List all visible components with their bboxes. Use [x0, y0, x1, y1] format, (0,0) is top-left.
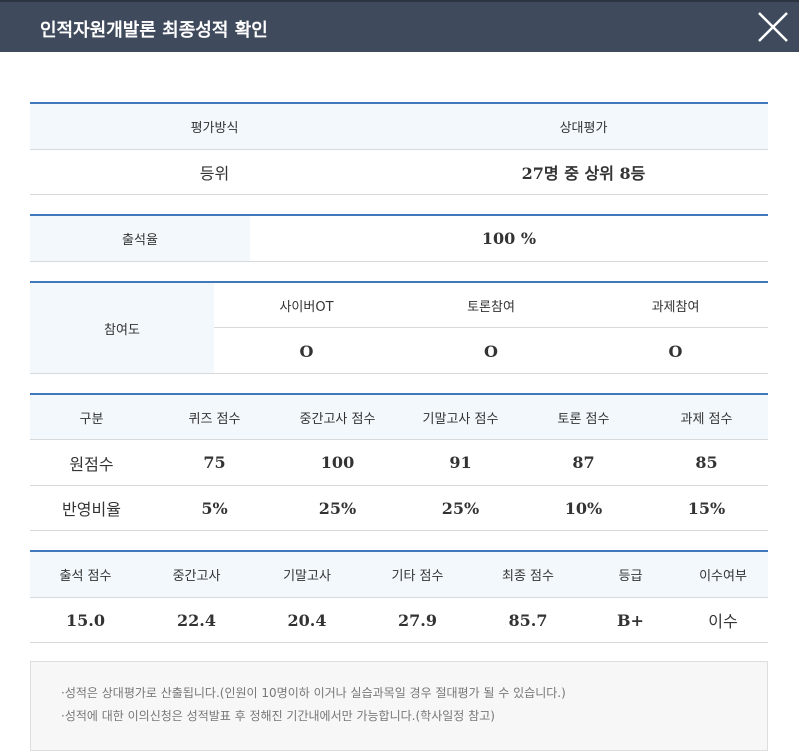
evaluation-header-row: 평가방식 상대평가 — [30, 104, 768, 150]
ratio-final: 25% — [441, 498, 480, 518]
ratio-midterm: 25% — [318, 498, 357, 518]
ratio-row: 반영비율 5% 25% 25% 10% 15% — [30, 486, 768, 531]
evaluation-table: 평가방식 상대평가 등위 27명 중 상위 8등 — [30, 102, 768, 195]
attendance-value: 100 % — [481, 229, 537, 248]
final-header-final-exam: 기말고사 — [283, 569, 331, 584]
participation-rows: 참여도 사이버OT 토론참여 과제참여 O O O — [30, 283, 768, 374]
scores-header-midterm: 중간고사 점수 — [299, 411, 376, 427]
ratio-quiz: 5% — [201, 498, 228, 518]
participation-value-cyber-ot: O — [299, 341, 314, 361]
dialog-title: 인적자원개발론 최종성적 확인 — [40, 20, 268, 41]
scores-header-assignment: 과제 점수 — [680, 411, 733, 427]
ratio-assignment: 15% — [687, 498, 726, 518]
scores-header-discussion: 토론 점수 — [557, 411, 610, 427]
participation-label: 참여도 — [30, 283, 214, 373]
evaluation-method-value: 상대평가 — [559, 121, 608, 136]
final-value-attendance: 15.0 — [66, 610, 105, 630]
ratio-discussion: 10% — [564, 498, 603, 518]
rank-label: 등위 — [199, 164, 230, 183]
rank-value: 27명 중 상위 8등 — [521, 164, 646, 183]
attendance-label: 출석율 — [30, 216, 250, 261]
final-header-other: 기타 점수 — [391, 569, 444, 584]
notice-line-1: ·성적은 상대평가로 산출됩니다.(인원이 10명이하 이거나 실습과목일 경우… — [61, 686, 566, 700]
attendance-row: 출석율 100 % — [30, 216, 768, 262]
final-header-total: 최종 점수 — [502, 569, 554, 584]
close-icon — [758, 12, 788, 42]
final-header-completion: 이수여부 — [699, 569, 747, 584]
evaluation-method-label: 평가방식 — [190, 121, 239, 136]
dialog-header: 인적자원개발론 최종성적 확인 — [0, 0, 799, 52]
participation-value-row: O O O — [214, 328, 768, 374]
scores-header-final: 기말고사 점수 — [422, 411, 499, 427]
close-button[interactable] — [756, 10, 790, 44]
final-header-grade: 등급 — [618, 569, 643, 584]
notice-box: ·성적은 상대평가로 산출됩니다.(인원이 10명이하 이거나 실습과목일 경우… — [30, 661, 768, 751]
raw-score-row: 원점수 75 100 91 87 85 — [30, 440, 768, 486]
participation-table: 참여도 사이버OT 토론참여 과제참여 O O O — [30, 281, 768, 374]
participation-col-assignment: 과제참여 — [651, 299, 700, 315]
final-header-row: 출석 점수 중간고사 기말고사 기타 점수 최종 점수 등급 이수여부 — [30, 552, 768, 598]
raw-score-quiz: 75 — [203, 453, 226, 472]
final-value-midterm: 22.4 — [177, 610, 216, 630]
participation-header-row: 사이버OT 토론참여 과제참여 — [214, 283, 768, 328]
scores-header-category: 구분 — [79, 411, 104, 427]
participation-col-cyber-ot: 사이버OT — [279, 299, 334, 315]
scores-header-quiz: 퀴즈 점수 — [188, 411, 241, 427]
rank-row: 등위 27명 중 상위 8등 — [30, 150, 768, 195]
raw-score-assignment: 85 — [695, 453, 718, 472]
attendance-table: 출석율 100 % — [30, 214, 768, 262]
raw-score-label: 원점수 — [69, 454, 114, 474]
final-value-total: 85.7 — [508, 610, 548, 630]
raw-score-midterm: 100 — [320, 453, 355, 472]
ratio-label: 반영비율 — [62, 500, 121, 519]
final-table: 출석 점수 중간고사 기말고사 기타 점수 최종 점수 등급 이수여부 15.0… — [30, 550, 768, 643]
final-value-other: 27.9 — [398, 610, 437, 630]
raw-score-discussion: 87 — [572, 453, 595, 472]
scores-table: 구분 퀴즈 점수 중간고사 점수 기말고사 점수 토론 점수 과제 점수 원점수… — [30, 393, 768, 531]
final-header-attendance: 출석 점수 — [59, 569, 112, 584]
participation-col-discussion: 토론참여 — [467, 299, 515, 315]
final-value-completion: 이수 — [708, 612, 738, 631]
participation-value-discussion: O — [484, 341, 498, 361]
final-header-midterm: 중간고사 — [172, 569, 221, 584]
final-value-row: 15.0 22.4 20.4 27.9 85.7 B+ 이수 — [30, 598, 768, 643]
final-value-final-exam: 20.4 — [287, 610, 327, 630]
scores-header-row: 구분 퀴즈 점수 중간고사 점수 기말고사 점수 토론 점수 과제 점수 — [30, 395, 768, 440]
final-value-grade: B+ — [617, 610, 644, 630]
participation-value-assignment: O — [668, 341, 683, 361]
raw-score-final: 91 — [449, 453, 472, 472]
notice-line-2: ·성적에 대한 이의신청은 성적발표 후 정해진 기간내에서만 가능합니다.(학… — [61, 709, 495, 723]
